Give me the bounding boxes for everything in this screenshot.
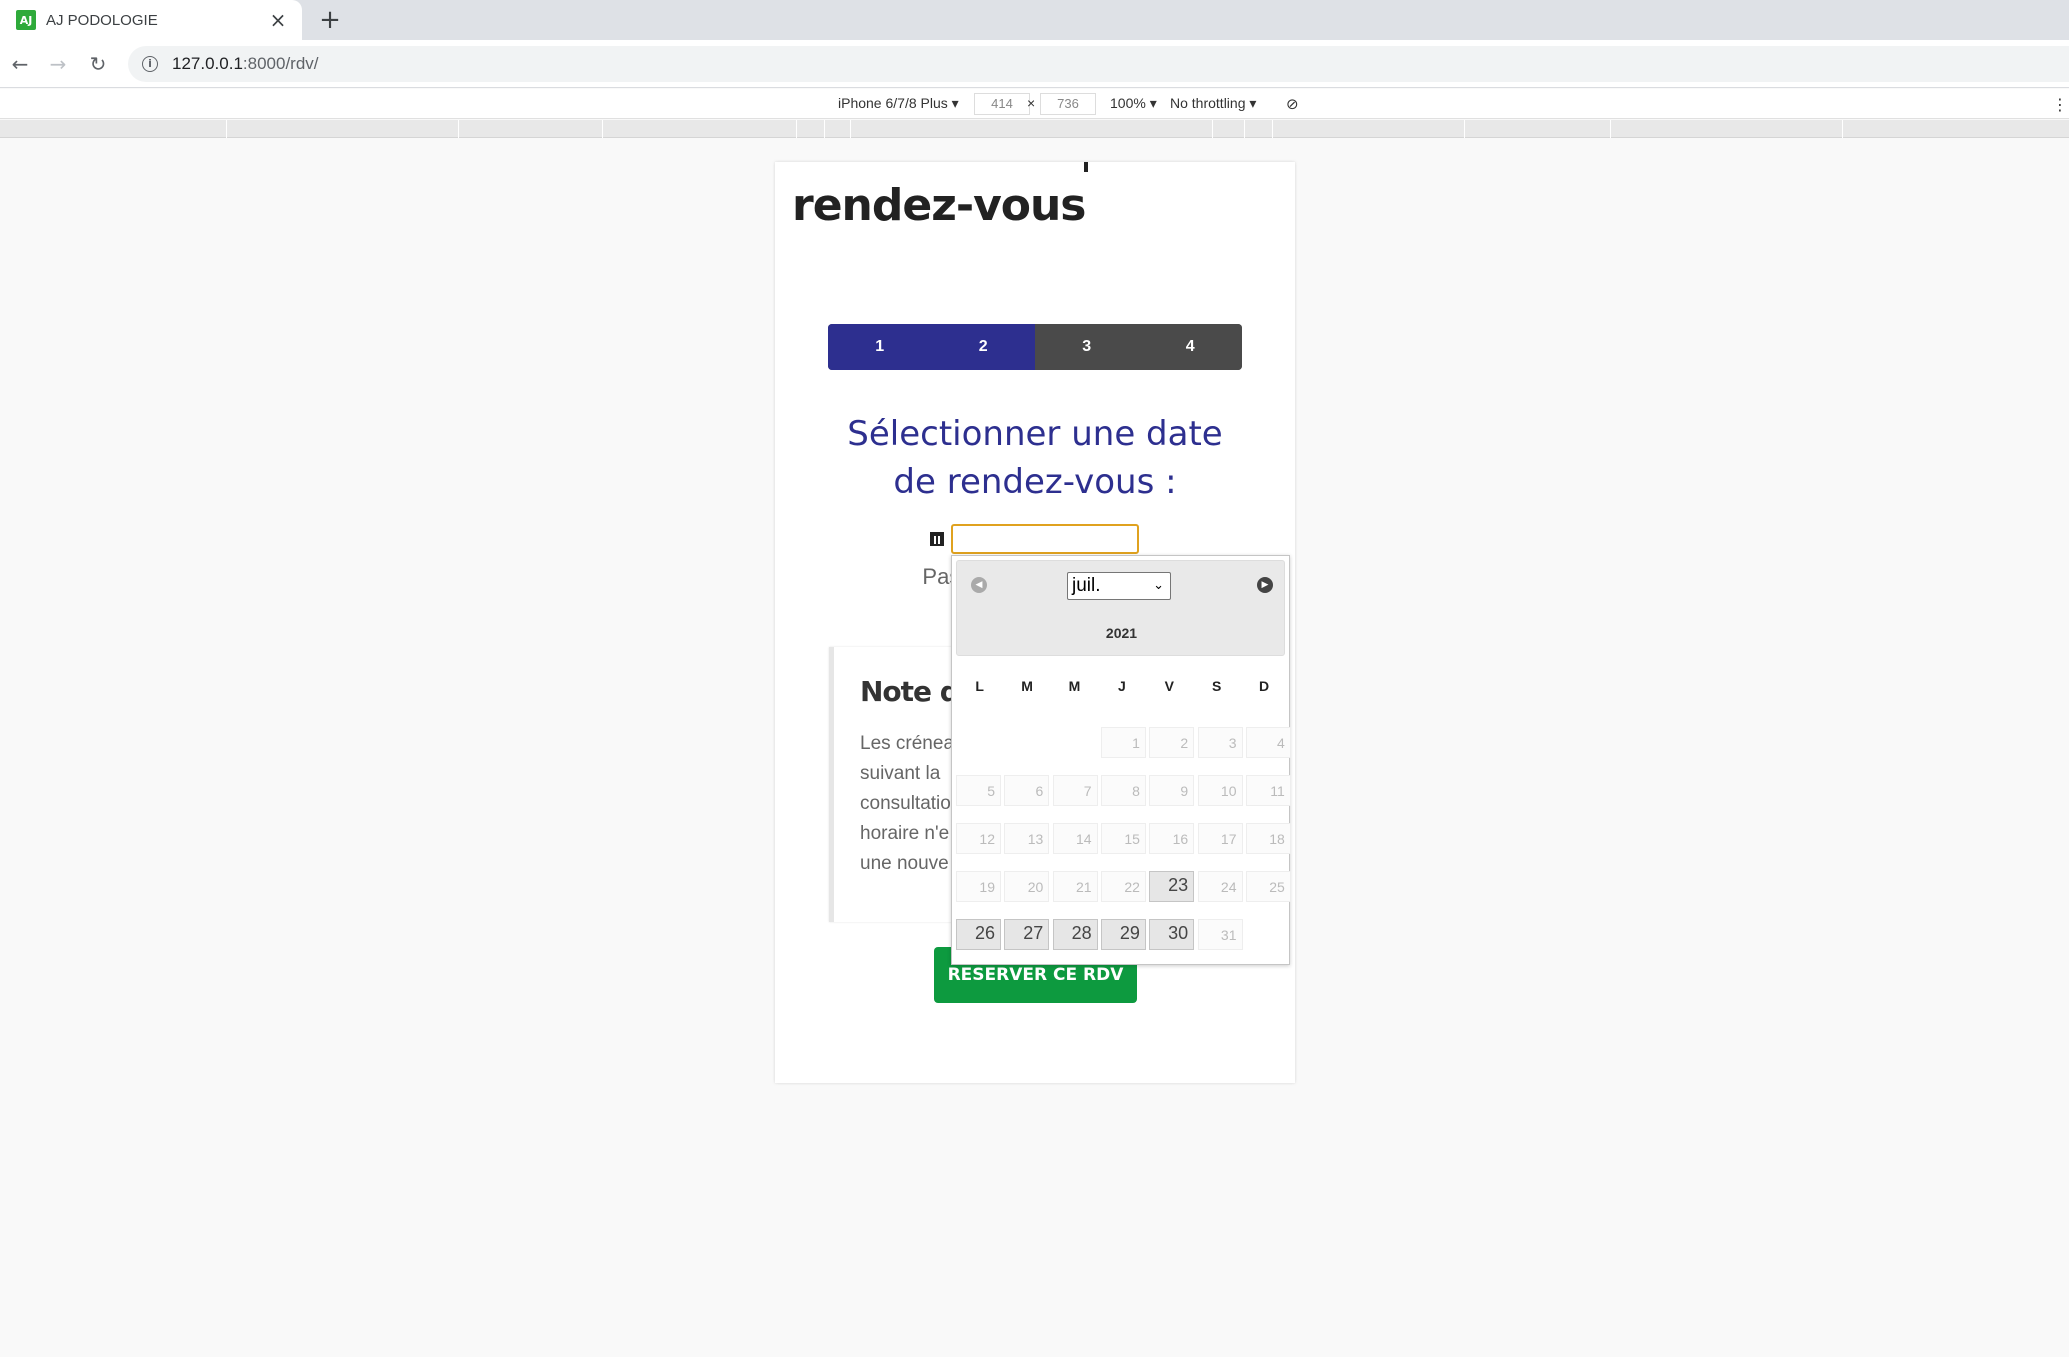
calendar-day-disabled: 14: [1052, 823, 1098, 854]
calendar-day-disabled: 10: [1197, 775, 1243, 806]
weekday-label: M: [1068, 678, 1081, 694]
url-host: 127.0.0.1: [172, 54, 243, 73]
url-text: 127.0.0.1:8000/rdv/: [172, 54, 319, 74]
browser-tab[interactable]: AJ AJ PODOLOGIE ×: [0, 0, 302, 40]
throttling-select[interactable]: No throttling ▾: [1170, 95, 1256, 112]
close-tab-icon[interactable]: ×: [266, 8, 290, 32]
weekday-label: L: [975, 678, 984, 694]
address-bar[interactable]: i 127.0.0.1:8000/rdv/: [128, 46, 2069, 82]
calendar-day-disabled: 31: [1197, 919, 1243, 950]
back-arrow-icon[interactable]: ←: [6, 50, 34, 78]
calendar-day-disabled: 19: [956, 871, 1001, 902]
year-label: 2021: [1105, 625, 1138, 641]
calendar-day-disabled: 17: [1197, 823, 1243, 854]
calendar-day-disabled: 7: [1052, 775, 1098, 806]
calendar-day-available[interactable]: 26: [956, 919, 1001, 950]
rotate-icon[interactable]: ⊘: [1286, 95, 1299, 113]
step-3: 3: [1035, 324, 1139, 370]
calendar-day-disabled: 9: [1149, 775, 1195, 806]
page-title: rendez-vous: [792, 180, 1086, 231]
calendar-day-available[interactable]: 28: [1052, 919, 1098, 950]
browser-toolbar: ← → ↻ i 127.0.0.1:8000/rdv/: [0, 40, 2069, 88]
calendar-day-disabled: 11: [1245, 775, 1291, 806]
calendar-day-disabled: 18: [1245, 823, 1291, 854]
calendar-day-disabled: 12: [956, 823, 1001, 854]
datepicker-header: ◀ juil. ⌄ ▶ 2021: [956, 560, 1285, 656]
calendar-day-disabled: 4: [1245, 727, 1291, 758]
favicon-icon: AJ: [16, 10, 36, 30]
prev-month-icon[interactable]: ◀: [971, 577, 987, 593]
calendar-day-disabled: 25: [1245, 871, 1291, 902]
calendar-day-disabled: 15: [1100, 823, 1146, 854]
calendar-day-disabled: 5: [956, 775, 1001, 806]
date-prompt-line1: Sélectionner une date: [847, 414, 1223, 454]
tab-bar: AJ AJ PODOLOGIE × +: [0, 0, 2069, 40]
step-2: 2: [931, 324, 1035, 370]
month-select[interactable]: juil. ⌄: [1067, 572, 1171, 600]
forward-arrow-icon[interactable]: →: [44, 50, 72, 78]
weekday-label: M: [1021, 678, 1033, 694]
weekday-label: S: [1211, 678, 1222, 694]
chevron-down-icon: ⌄: [1153, 578, 1164, 593]
calendar-day-disabled: 6: [1004, 775, 1050, 806]
calendar-icon: [930, 532, 944, 546]
weekday-label: J: [1117, 678, 1126, 694]
date-prompt-line2: de rendez-vous :: [893, 462, 1177, 502]
calendar-day-available[interactable]: 23: [1149, 871, 1195, 902]
weekday-label: D: [1258, 678, 1270, 694]
next-month-icon[interactable]: ▶: [1257, 577, 1273, 593]
calendar-day-disabled: 8: [1100, 775, 1146, 806]
step-4: 4: [1138, 324, 1242, 370]
calendar-day-disabled: 24: [1197, 871, 1243, 902]
url-path: :8000/rdv/: [242, 54, 319, 73]
media-query-ruler: [0, 120, 2069, 138]
date-field-row: [930, 524, 1139, 554]
weekday-header: LMMJVSD: [956, 678, 1288, 694]
site-info-icon[interactable]: i: [142, 56, 158, 72]
step-progress: 1234: [828, 324, 1242, 370]
calendar-day-disabled: 2: [1149, 727, 1195, 758]
calendar-day-disabled: 20: [1004, 871, 1050, 902]
new-tab-icon[interactable]: +: [316, 6, 344, 34]
step-1: 1: [828, 324, 932, 370]
calendar-day-disabled: 22: [1100, 871, 1146, 902]
date-prompt: Sélectionner une date de rendez-vous :: [775, 410, 1295, 506]
tab-title: AJ PODOLOGIE: [46, 11, 158, 29]
month-value: juil.: [1072, 575, 1101, 596]
device-toolbar: iPhone 6/7/8 Plus ▾ 414 × 736 100% ▾ No …: [0, 89, 2069, 119]
calendar-day-available[interactable]: 27: [1004, 919, 1050, 950]
calendar-day-disabled: 13: [1004, 823, 1050, 854]
calendar-day-disabled: 21: [1052, 871, 1098, 902]
calendar-day-disabled: 3: [1197, 727, 1243, 758]
reload-icon[interactable]: ↻: [84, 50, 112, 78]
device-height-input[interactable]: 736: [1040, 93, 1096, 115]
datepicker-popup: ◀ juil. ⌄ ▶ 2021 LMMJVSD 1 2 3 4 5 6 7 8 9 10 11 12 1…: [951, 555, 1291, 965]
calendar-day-disabled: 1: [1100, 727, 1146, 758]
zoom-select[interactable]: 100% ▾: [1110, 95, 1157, 112]
date-input[interactable]: [951, 524, 1139, 554]
device-select[interactable]: iPhone 6/7/8 Plus ▾: [838, 95, 959, 112]
device-width-input[interactable]: 414: [974, 93, 1030, 115]
dimension-separator: ×: [1027, 95, 1036, 111]
more-options-icon[interactable]: ⋮: [2052, 95, 2068, 114]
calendar-day-disabled: 16: [1149, 823, 1195, 854]
weekday-label: V: [1164, 678, 1174, 694]
text-cursor: [1084, 162, 1088, 172]
calendar-day-available[interactable]: 29: [1100, 919, 1146, 950]
calendar-day-available[interactable]: 30: [1149, 919, 1195, 950]
